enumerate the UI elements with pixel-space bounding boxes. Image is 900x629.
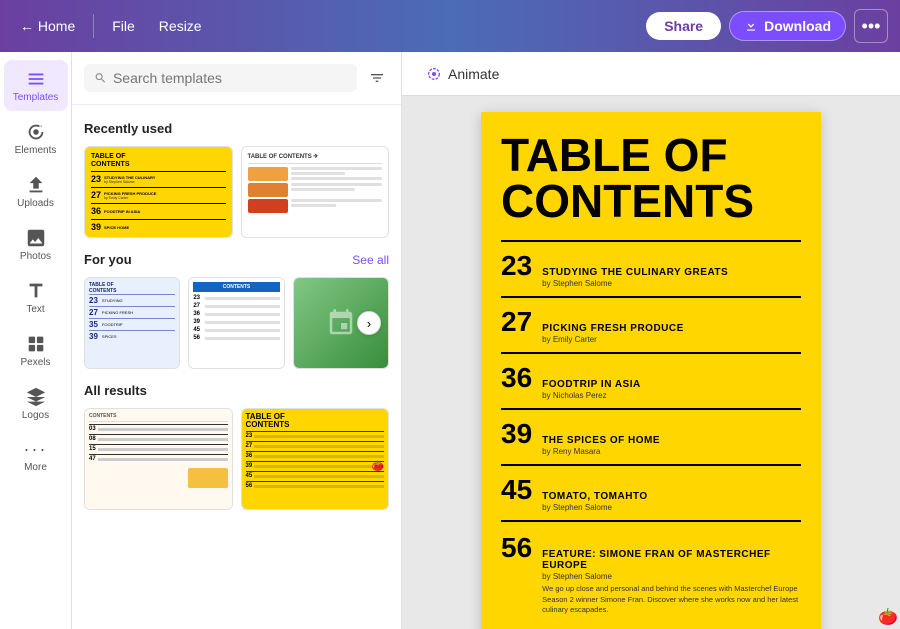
result-thumb-2[interactable]: TABLE OFCONTENTS 23 27 36 39 45 56 🍅 <box>241 408 390 510</box>
canvas-area: Animate ⧉ + TABLE OF CONTENTS 23 STUDY <box>402 52 900 629</box>
pexels-icon <box>25 333 47 355</box>
template-thumb-1[interactable]: TABLE OFCONTENTS 23STUDYING THE CULINARY… <box>84 146 233 238</box>
toc-entry-3: 36 FOODTRIP IN ASIA by Nicholas Perez <box>501 352 801 408</box>
sidebar-item-pexels[interactable]: Pexels <box>4 325 68 376</box>
animate-icon <box>426 66 442 82</box>
toc-num-2: 27 <box>501 306 532 338</box>
for-you-section-header: For you See all <box>84 252 389 267</box>
toc-num-4: 39 <box>501 418 532 450</box>
all-results-section: CONTENTS 03 08 15 47 TABLE OFCONTENTS 23 <box>84 408 389 510</box>
resize-button[interactable]: Resize <box>151 14 210 38</box>
file-menu-button[interactable]: File <box>104 14 143 38</box>
logos-icon <box>25 386 47 408</box>
toc-author-4: by Reny Masara <box>542 447 660 456</box>
toc-author-3: by Nicholas Perez <box>542 391 641 400</box>
toc-entry-4: 39 THE SPICES OF HOME by Reny Masara <box>501 408 801 464</box>
share-button[interactable]: Share <box>646 12 721 40</box>
templates-scroll[interactable]: Recently used TABLE OFCONTENTS 23STUDYIN… <box>72 105 401 629</box>
sidebar-item-text[interactable]: Text <box>4 272 68 323</box>
recently-used-row: TABLE OFCONTENTS 23STUDYING THE CULINARY… <box>84 146 389 238</box>
toc-author-5: by Stephen Salome <box>542 503 647 512</box>
canvas-toolbar: Animate <box>402 52 900 96</box>
toc-desc-6: We go up close and personal and behind t… <box>542 584 801 616</box>
for-you-title: For you <box>84 252 132 267</box>
toc-num-3: 36 <box>501 362 532 394</box>
photos-icon <box>25 227 47 249</box>
filter-icon <box>369 70 385 86</box>
toc-author-6: by Stephen Salome <box>542 572 801 581</box>
canvas-page: ⧉ + TABLE OF CONTENTS 23 STUDYING THE CU… <box>481 112 821 629</box>
templates-icon <box>25 68 47 90</box>
sidebar-item-templates[interactable]: Templates <box>4 60 68 111</box>
result-thumb-1[interactable]: CONTENTS 03 08 15 47 <box>84 408 233 510</box>
toc-entry-5: 45 TOMATO, TOMAHTO by Stephen Salome <box>501 464 801 520</box>
sidebar-item-more[interactable]: ··· More <box>4 431 68 481</box>
for-you-thumb-2[interactable]: CONTENTS 23 27 36 39 45 56 <box>188 277 284 369</box>
text-icon <box>25 280 47 302</box>
sidebar-item-elements[interactable]: Elements <box>4 113 68 164</box>
toc-title-3: FOODTRIP IN ASIA <box>542 379 641 390</box>
nav-divider <box>93 14 94 38</box>
toc-page-title: TABLE OF CONTENTS <box>501 132 801 224</box>
more-dots-icon: ··· <box>24 439 48 460</box>
all-results-section-header: All results <box>84 383 389 398</box>
green-thumb-icon <box>326 308 356 338</box>
for-you-thumb-1[interactable]: TABLE OF CONTENTS 23STUDYING 27PICKING F… <box>84 277 180 369</box>
download-icon <box>744 19 758 33</box>
template-thumb-2[interactable]: TABLE OF CONTENTS ✈ <box>241 146 390 238</box>
templates-panel: Recently used TABLE OFCONTENTS 23STUDYIN… <box>72 52 402 629</box>
top-navigation: ← Home File Resize Share Download ••• <box>0 0 900 52</box>
sidebar-item-logos[interactable]: Logos <box>4 378 68 429</box>
toc-title-6: FEATURE: SIMONE FRAN OF MASTERCHEF EUROP… <box>542 549 801 571</box>
recently-used-title: Recently used <box>84 121 389 136</box>
toc-author-1: by Stephen Salome <box>542 279 728 288</box>
search-icon <box>94 71 107 85</box>
main-layout: Templates Elements Uploads Photos Text P… <box>0 52 900 629</box>
toc-title-5: TOMATO, TOMAHTO <box>542 491 647 502</box>
filter-button[interactable] <box>365 66 389 90</box>
toc-entry-2: 27 PICKING FRESH PRODUCE by Emily Carter <box>501 296 801 352</box>
toc-entry-6: 56 FEATURE: SIMONE FRAN OF MASTERCHEF EU… <box>501 520 801 626</box>
sidebar-item-photos[interactable]: Photos <box>4 219 68 270</box>
panel-search-bar <box>72 52 401 105</box>
sidebar-item-uploads[interactable]: Uploads <box>4 166 68 217</box>
more-options-button[interactable]: ••• <box>854 9 888 43</box>
see-all-button[interactable]: See all <box>352 253 389 267</box>
uploads-icon <box>25 174 47 196</box>
toc-num-6: 56 <box>501 532 532 564</box>
search-input[interactable] <box>113 70 347 86</box>
icon-sidebar: Templates Elements Uploads Photos Text P… <box>0 52 72 629</box>
toc-title-4: THE SPICES OF HOME <box>542 435 660 446</box>
search-box <box>84 64 357 92</box>
animate-button[interactable]: Animate <box>418 62 507 86</box>
all-results-title: All results <box>84 383 147 398</box>
toc-title-2: PICKING FRESH PRODUCE <box>542 323 684 334</box>
toc-num-5: 45 <box>501 474 532 506</box>
scroll-right-button[interactable]: › <box>357 311 381 335</box>
tomato-decoration <box>501 626 801 629</box>
home-button[interactable]: ← Home <box>12 14 83 38</box>
all-results-row: CONTENTS 03 08 15 47 TABLE OFCONTENTS 23 <box>84 408 389 510</box>
elements-icon <box>25 121 47 143</box>
for-you-row: TABLE OF CONTENTS 23STUDYING 27PICKING F… <box>84 277 389 369</box>
canvas-scroll[interactable]: ⧉ + TABLE OF CONTENTS 23 STUDYING THE CU… <box>402 96 900 629</box>
toc-entry-1: 23 STUDYING THE CULINARY GREATS by Steph… <box>501 240 801 296</box>
download-button[interactable]: Download <box>729 11 846 41</box>
toc-num-1: 23 <box>501 250 532 282</box>
toc-template-page: TABLE OF CONTENTS 23 STUDYING THE CULINA… <box>481 112 821 629</box>
toc-title-1: STUDYING THE CULINARY GREATS <box>542 267 728 278</box>
toc-author-2: by Emily Carter <box>542 335 684 344</box>
